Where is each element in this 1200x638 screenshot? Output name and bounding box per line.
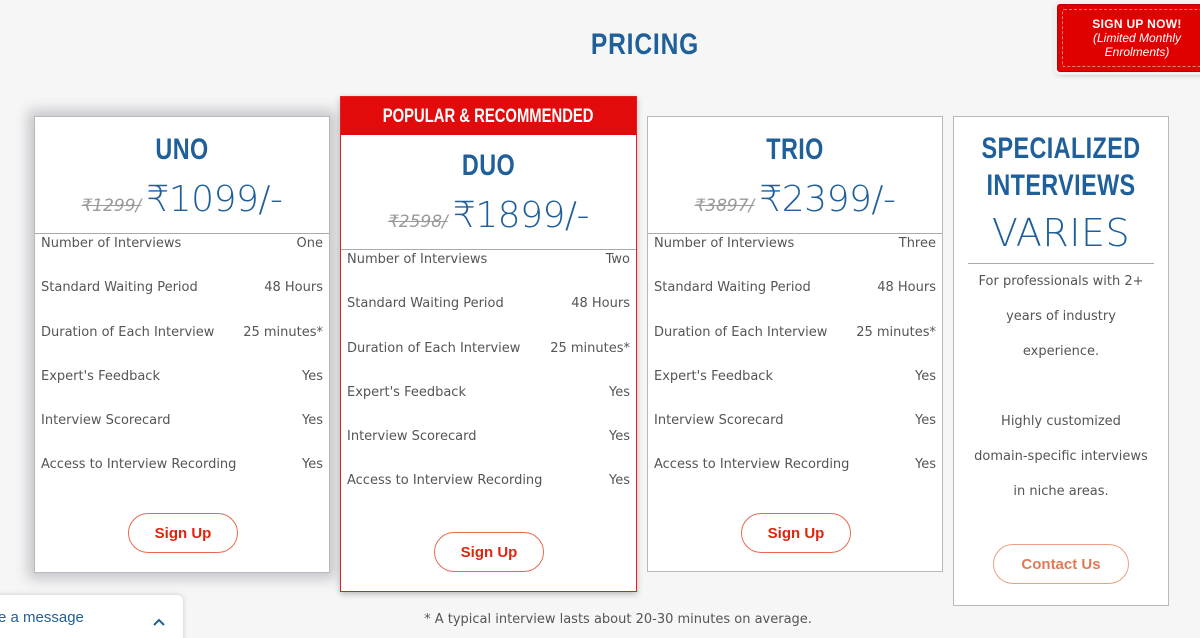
chevron-up-icon[interactable] bbox=[153, 611, 165, 630]
feature-value: 25 minutes* bbox=[243, 324, 323, 340]
feature-value: Three bbox=[898, 236, 936, 251]
feature-value: Yes bbox=[609, 384, 630, 400]
plan-card-duo: POPULAR & RECOMMENDED DUO ₹2598/ ₹1899/-… bbox=[340, 96, 637, 592]
feature-value: Yes bbox=[915, 413, 936, 429]
feature-row: Access to Interview Recording Yes bbox=[341, 471, 636, 515]
feature-label: Interview Scorecard bbox=[654, 413, 784, 429]
feature-row: Expert's Feedback Yes bbox=[341, 383, 636, 427]
popular-badge-label: POPULAR & RECOMMENDED bbox=[383, 106, 594, 127]
feature-row: Number of Interviews Three bbox=[648, 234, 942, 278]
sign-up-button[interactable]: Sign Up bbox=[741, 513, 851, 553]
signup-banner-subtext-2: Enrolments) bbox=[1104, 45, 1170, 59]
plan-price-row: ₹1299/ ₹1099/- bbox=[35, 179, 329, 227]
plan-name-line-1: SPECIALIZED bbox=[981, 132, 1141, 165]
feature-value: Yes bbox=[302, 413, 323, 429]
feature-value: Yes bbox=[302, 368, 323, 384]
specialized-description: For professionals with 2+ years of indus… bbox=[954, 264, 1168, 509]
popular-recommended-badge: POPULAR & RECOMMENDED bbox=[341, 97, 636, 135]
feature-row: Standard Waiting Period 48 Hours bbox=[35, 278, 329, 322]
feature-row: Interview Scorecard Yes bbox=[35, 411, 329, 455]
chat-widget[interactable]: e a message bbox=[0, 595, 183, 638]
feature-value: Yes bbox=[915, 368, 936, 384]
feature-value: 25 minutes* bbox=[856, 324, 936, 340]
description-line: Highly customized bbox=[1001, 414, 1121, 429]
feature-label: Expert's Feedback bbox=[654, 368, 773, 384]
feature-row: Standard Waiting Period 48 Hours bbox=[341, 294, 636, 338]
page-title: PRICING bbox=[590, 28, 700, 61]
feature-row: Standard Waiting Period 48 Hours bbox=[648, 278, 942, 322]
feature-label: Duration of Each Interview bbox=[347, 340, 521, 356]
description-line: domain-specific interviews bbox=[974, 449, 1148, 464]
feature-label: Interview Scorecard bbox=[41, 413, 171, 429]
plan-name: DUO bbox=[461, 149, 516, 182]
feature-list: Number of Interviews Two Standard Waiting… bbox=[341, 250, 636, 516]
feature-label: Access to Interview Recording bbox=[654, 457, 850, 473]
contact-us-button[interactable]: Contact Us bbox=[993, 544, 1129, 584]
plan-card-uno: UNO ₹1299/ ₹1099/- Number of Interviews O… bbox=[34, 116, 330, 573]
feature-value: One bbox=[296, 236, 323, 251]
chat-label: e a message bbox=[0, 609, 84, 626]
plan-price: ₹1099/- bbox=[146, 179, 283, 220]
plan-card-trio: TRIO ₹3897/ ₹2399/- Number of Interviews… bbox=[647, 116, 943, 572]
feature-label: Expert's Feedback bbox=[41, 368, 160, 384]
feature-value: 48 Hours bbox=[264, 280, 323, 296]
sign-up-button[interactable]: Sign Up bbox=[128, 513, 238, 553]
feature-list: Number of Interviews Three Standard Waiti… bbox=[648, 234, 942, 500]
plan-old-price: ₹3897/ bbox=[694, 196, 755, 216]
feature-label: Number of Interviews bbox=[347, 252, 488, 267]
plan-card-specialized: SPECIALIZED INTERVIEWS VARIES For profes… bbox=[953, 116, 1169, 606]
feature-value: 25 minutes* bbox=[550, 340, 630, 356]
feature-row: Interview Scorecard Yes bbox=[341, 427, 636, 471]
plan-price: ₹1899/- bbox=[452, 195, 590, 236]
feature-value: Yes bbox=[609, 473, 630, 489]
feature-label: Number of Interviews bbox=[41, 236, 182, 251]
feature-row: Number of Interviews Two bbox=[341, 250, 636, 294]
sign-up-button[interactable]: Sign Up bbox=[434, 532, 544, 572]
feature-row: Duration of Each Interview 25 minutes* bbox=[35, 323, 329, 367]
plan-name-line-2: INTERVIEWS bbox=[986, 169, 1136, 202]
plan-price: VARIES bbox=[991, 211, 1131, 255]
plan-old-price: ₹1299/ bbox=[81, 196, 142, 216]
feature-label: Number of Interviews bbox=[654, 236, 795, 251]
feature-label: Expert's Feedback bbox=[347, 384, 466, 400]
feature-value: 48 Hours bbox=[571, 296, 630, 312]
feature-label: Interview Scorecard bbox=[347, 429, 477, 445]
feature-row: Duration of Each Interview 25 minutes* bbox=[341, 339, 636, 383]
feature-value: Two bbox=[605, 252, 630, 267]
feature-row: Number of Interviews One bbox=[35, 234, 329, 278]
feature-label: Access to Interview Recording bbox=[41, 457, 237, 473]
plan-name: UNO bbox=[155, 133, 209, 166]
feature-label: Duration of Each Interview bbox=[41, 324, 215, 340]
description-line: in niche areas. bbox=[1013, 484, 1109, 499]
feature-value: Yes bbox=[609, 429, 630, 445]
feature-row: Expert's Feedback Yes bbox=[648, 367, 942, 411]
plan-old-price: ₹2598/ bbox=[387, 212, 448, 232]
feature-label: Access to Interview Recording bbox=[347, 473, 543, 489]
feature-row: Interview Scorecard Yes bbox=[648, 411, 942, 455]
feature-list: Number of Interviews One Standard Waiting… bbox=[35, 234, 329, 500]
feature-row: Duration of Each Interview 25 minutes* bbox=[648, 323, 942, 367]
plan-price-row: ₹2598/ ₹1899/- bbox=[341, 195, 636, 243]
feature-value: Yes bbox=[915, 457, 936, 473]
feature-label: Duration of Each Interview bbox=[654, 324, 828, 340]
plan-price: ₹2399/- bbox=[759, 179, 896, 220]
feature-row: Expert's Feedback Yes bbox=[35, 367, 329, 411]
description-line: experience. bbox=[1022, 344, 1100, 359]
feature-label: Standard Waiting Period bbox=[347, 296, 504, 312]
feature-label: Standard Waiting Period bbox=[654, 280, 811, 296]
feature-label: Standard Waiting Period bbox=[41, 280, 198, 296]
signup-now-banner[interactable]: SIGN UP NOW! (Limited Monthly Enrolments… bbox=[1057, 4, 1200, 72]
feature-value: Yes bbox=[302, 457, 323, 473]
feature-row: Access to Interview Recording Yes bbox=[35, 455, 329, 499]
feature-value: 48 Hours bbox=[877, 280, 936, 296]
feature-row: Access to Interview Recording Yes bbox=[648, 455, 942, 499]
signup-banner-subtext-1: (Limited Monthly bbox=[1092, 31, 1182, 45]
plan-name: TRIO bbox=[766, 133, 824, 166]
plan-price-row: ₹3897/ ₹2399/- bbox=[648, 179, 942, 227]
signup-banner-headline: SIGN UP NOW! bbox=[1092, 17, 1182, 31]
description-line: For professionals with 2+ bbox=[978, 274, 1144, 289]
description-line: years of industry bbox=[1006, 309, 1116, 324]
